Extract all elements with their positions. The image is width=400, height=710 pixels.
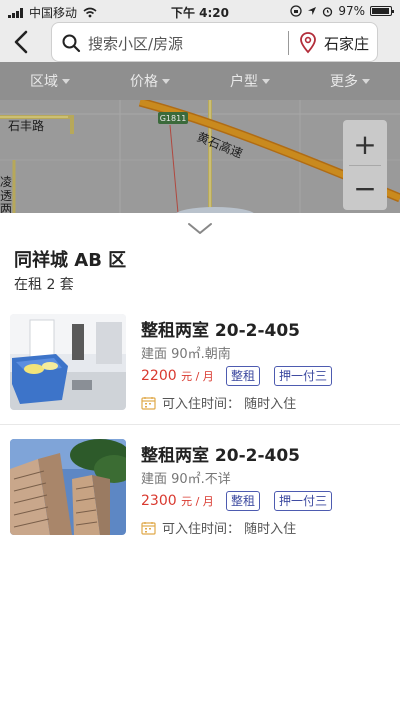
map-canvas: G1811 石丰路 黄石高速 凌 透 两 xyxy=(0,100,400,213)
caret-down-icon xyxy=(162,78,170,84)
location-pin-icon xyxy=(300,32,316,54)
filter-more-label: 更多 xyxy=(330,74,358,90)
divider xyxy=(0,424,400,425)
zoom-out-button[interactable]: − xyxy=(343,166,387,210)
caret-down-icon xyxy=(362,78,370,84)
filter-area-label: 区域 xyxy=(30,74,58,90)
back-arrow-icon[interactable] xyxy=(8,28,34,56)
map-side-label-1: 凌 xyxy=(0,175,12,189)
listing-title: 整租两室 20-2-405 xyxy=(141,446,301,466)
filter-price[interactable]: 价格 xyxy=(100,62,200,100)
filter-bar: 区域 价格 户型 更多 xyxy=(0,62,400,100)
availability: 可入住时间： 随时入住 xyxy=(141,393,296,412)
listing-photo xyxy=(10,439,126,535)
listing-title: 整租两室 20-2-405 xyxy=(141,321,301,341)
battery-percent: 97% xyxy=(338,4,365,18)
listing-price: 2300 元 / 月 xyxy=(141,493,214,509)
filter-more[interactable]: 更多 xyxy=(300,62,400,100)
search-divider xyxy=(288,31,289,55)
status-bar: 中国移动 下午 4:20 97% xyxy=(0,0,400,22)
availability-text: 可入住时间： 随时入住 xyxy=(162,522,297,537)
price-value: 2300 xyxy=(141,493,177,509)
listing-photo xyxy=(10,314,126,410)
chevron-down-icon[interactable] xyxy=(186,221,214,237)
listing-sheet: 同祥城 AB 区 在租 2 套 整租两室 20-2-405 建面 90㎡.朝南 … xyxy=(0,213,400,710)
availability: 可入住时间： 随时入住 xyxy=(141,518,296,537)
price-unit: 元 / 月 xyxy=(181,370,214,383)
search-input[interactable]: 搜索小区/房源 xyxy=(88,33,183,54)
road-label-shifeng: 石丰路 xyxy=(8,118,44,133)
listing-info: 建面 90㎡.不详 xyxy=(141,472,231,487)
zoom-controls: + − xyxy=(343,120,387,210)
search-bar[interactable]: 搜索小区/房源 石家庄 xyxy=(51,22,378,62)
listing-info: 建面 90㎡.朝南 xyxy=(141,347,231,362)
filter-layout-label: 户型 xyxy=(230,74,258,90)
filter-area[interactable]: 区域 xyxy=(0,62,100,100)
map-side-label-2: 透 xyxy=(0,189,12,203)
map-side-label-3: 两 xyxy=(0,202,12,213)
price-unit: 元 / 月 xyxy=(181,495,214,508)
listing-price: 2200 元 / 月 xyxy=(141,368,214,384)
filter-price-label: 价格 xyxy=(130,74,158,90)
calendar-icon xyxy=(141,396,156,410)
location-arrow-icon xyxy=(308,7,317,15)
listing-item[interactable]: 整租两室 20-2-405 建面 90㎡.朝南 2200 元 / 月 整租 押一… xyxy=(0,314,400,426)
city-selector[interactable]: 石家庄 xyxy=(324,33,369,54)
top-bar: 搜索小区/房源 石家庄 xyxy=(0,22,400,62)
status-right: 97% xyxy=(290,4,394,18)
tag-payment: 押一付三 xyxy=(274,491,333,511)
listing-item[interactable]: 整租两室 20-2-405 建面 90㎡.不详 2300 元 / 月 整租 押一… xyxy=(0,439,400,551)
price-value: 2200 xyxy=(141,368,177,384)
caret-down-icon xyxy=(262,78,270,84)
tag-payment: 押一付三 xyxy=(274,366,333,386)
estate-name: 同祥城 AB 区 xyxy=(14,250,127,271)
tag-whole-rent: 整租 xyxy=(226,491,261,511)
tag-whole-rent: 整租 xyxy=(226,366,261,386)
listing-count: 在租 2 套 xyxy=(14,277,74,293)
zoom-in-button[interactable]: + xyxy=(343,122,387,166)
caret-down-icon xyxy=(62,78,70,84)
highway-code-label: G1811 xyxy=(160,114,187,123)
search-icon xyxy=(62,34,81,53)
lock-rotation-icon xyxy=(290,5,302,17)
map-view[interactable]: G1811 石丰路 黄石高速 凌 透 两 xyxy=(0,100,400,213)
battery-icon xyxy=(370,6,394,16)
filter-layout[interactable]: 户型 xyxy=(200,62,300,100)
calendar-icon xyxy=(141,521,156,535)
alarm-icon xyxy=(323,6,333,17)
availability-text: 可入住时间： 随时入住 xyxy=(162,397,297,412)
